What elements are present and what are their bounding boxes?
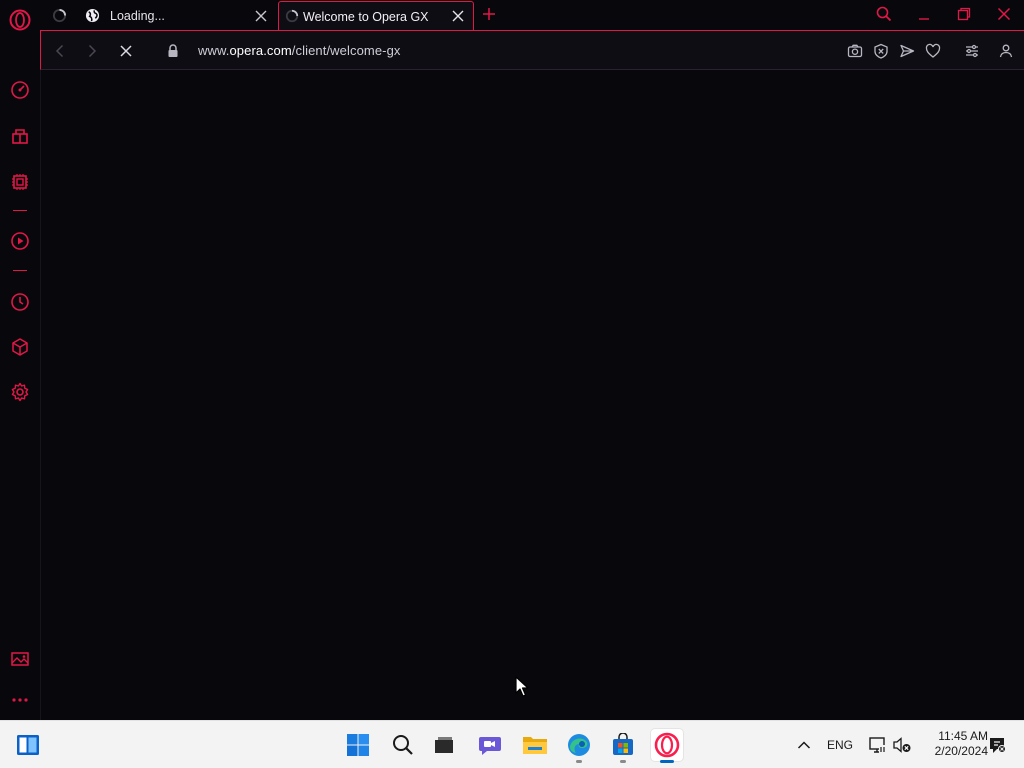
gx-corner-icon[interactable] <box>8 124 32 148</box>
gx-control-icon[interactable] <box>8 78 32 102</box>
mouse-cursor-icon <box>515 676 529 698</box>
clock-date: 2/20/2024 <box>934 744 988 758</box>
chat-icon[interactable] <box>474 729 506 761</box>
clock-time: 11:45 AM <box>938 729 988 743</box>
sidebar <box>0 0 40 720</box>
bookmark-heart-icon[interactable] <box>925 43 941 59</box>
profile-icon[interactable] <box>998 43 1014 59</box>
start-icon[interactable] <box>342 729 374 761</box>
close-icon[interactable] <box>254 9 268 23</box>
lock-icon[interactable] <box>166 43 182 59</box>
store-icon[interactable] <box>607 729 639 763</box>
back-icon[interactable] <box>52 43 68 59</box>
easy-setup-icon[interactable] <box>964 43 980 59</box>
edge-icon[interactable] <box>563 729 595 763</box>
file-explorer-icon[interactable] <box>519 729 551 761</box>
loading-spinner-icon <box>285 9 299 23</box>
loading-spinner-icon <box>52 8 67 23</box>
sidebar-separator <box>13 210 27 211</box>
player-icon[interactable] <box>8 229 32 253</box>
snapshot-camera-icon[interactable] <box>847 43 863 59</box>
url-path: /client/welcome-gx <box>291 43 401 58</box>
language-indicator[interactable]: ENG <box>827 738 853 752</box>
running-indicator <box>576 760 582 763</box>
wallpaper-icon[interactable] <box>8 647 32 671</box>
running-indicator <box>620 760 626 763</box>
tab-title: Welcome to Opera GX <box>303 10 429 24</box>
more-icon[interactable] <box>8 688 32 712</box>
tab-active[interactable]: Welcome to Opera GX <box>278 1 474 31</box>
stop-loading-icon[interactable] <box>118 43 134 59</box>
clock[interactable]: 11:45 AM 2/20/2024 <box>918 729 988 759</box>
tab-loading[interactable]: Loading... <box>46 1 276 31</box>
address-toolbar: www.opera.com/client/welcome-gx <box>40 30 1024 70</box>
search-tabs-icon[interactable] <box>876 6 892 22</box>
chevron-up-icon[interactable] <box>788 729 820 761</box>
active-indicator <box>660 760 674 763</box>
tab-title: Loading... <box>110 9 165 23</box>
task-view-icon[interactable] <box>428 729 460 761</box>
globe-icon <box>85 8 100 23</box>
url-domain: opera.com <box>229 43 292 58</box>
url-field[interactable]: www.opera.com/client/welcome-gx <box>198 43 401 58</box>
send-icon[interactable] <box>899 43 915 59</box>
notification-icon[interactable] <box>981 729 1013 761</box>
search-icon[interactable] <box>387 729 419 761</box>
close-window-icon[interactable] <box>996 6 1012 22</box>
extensions-cube-icon[interactable] <box>8 335 32 359</box>
opera-logo-icon[interactable] <box>8 8 32 32</box>
new-tab-plus-icon[interactable] <box>481 6 497 22</box>
hot-tabs-killer-icon[interactable] <box>8 170 32 194</box>
page-content[interactable] <box>40 70 1024 720</box>
close-icon[interactable] <box>451 9 465 23</box>
url-prefix: www. <box>198 43 230 58</box>
history-icon[interactable] <box>8 290 32 314</box>
opera-gx-icon[interactable] <box>651 729 683 763</box>
minimize-icon[interactable] <box>916 6 932 22</box>
volume-muted-icon[interactable] <box>886 729 918 761</box>
settings-gear-icon[interactable] <box>8 380 32 404</box>
adblock-shield-icon[interactable] <box>873 43 889 59</box>
restore-icon[interactable] <box>956 6 972 22</box>
sidebar-separator <box>13 270 27 271</box>
taskbar: ENG 11:45 AM 2/20/2024 <box>0 720 1024 768</box>
tab-strip: Loading... Welcome to Opera GX <box>40 0 1024 31</box>
forward-icon[interactable] <box>84 43 100 59</box>
widgets-icon[interactable] <box>12 729 44 761</box>
